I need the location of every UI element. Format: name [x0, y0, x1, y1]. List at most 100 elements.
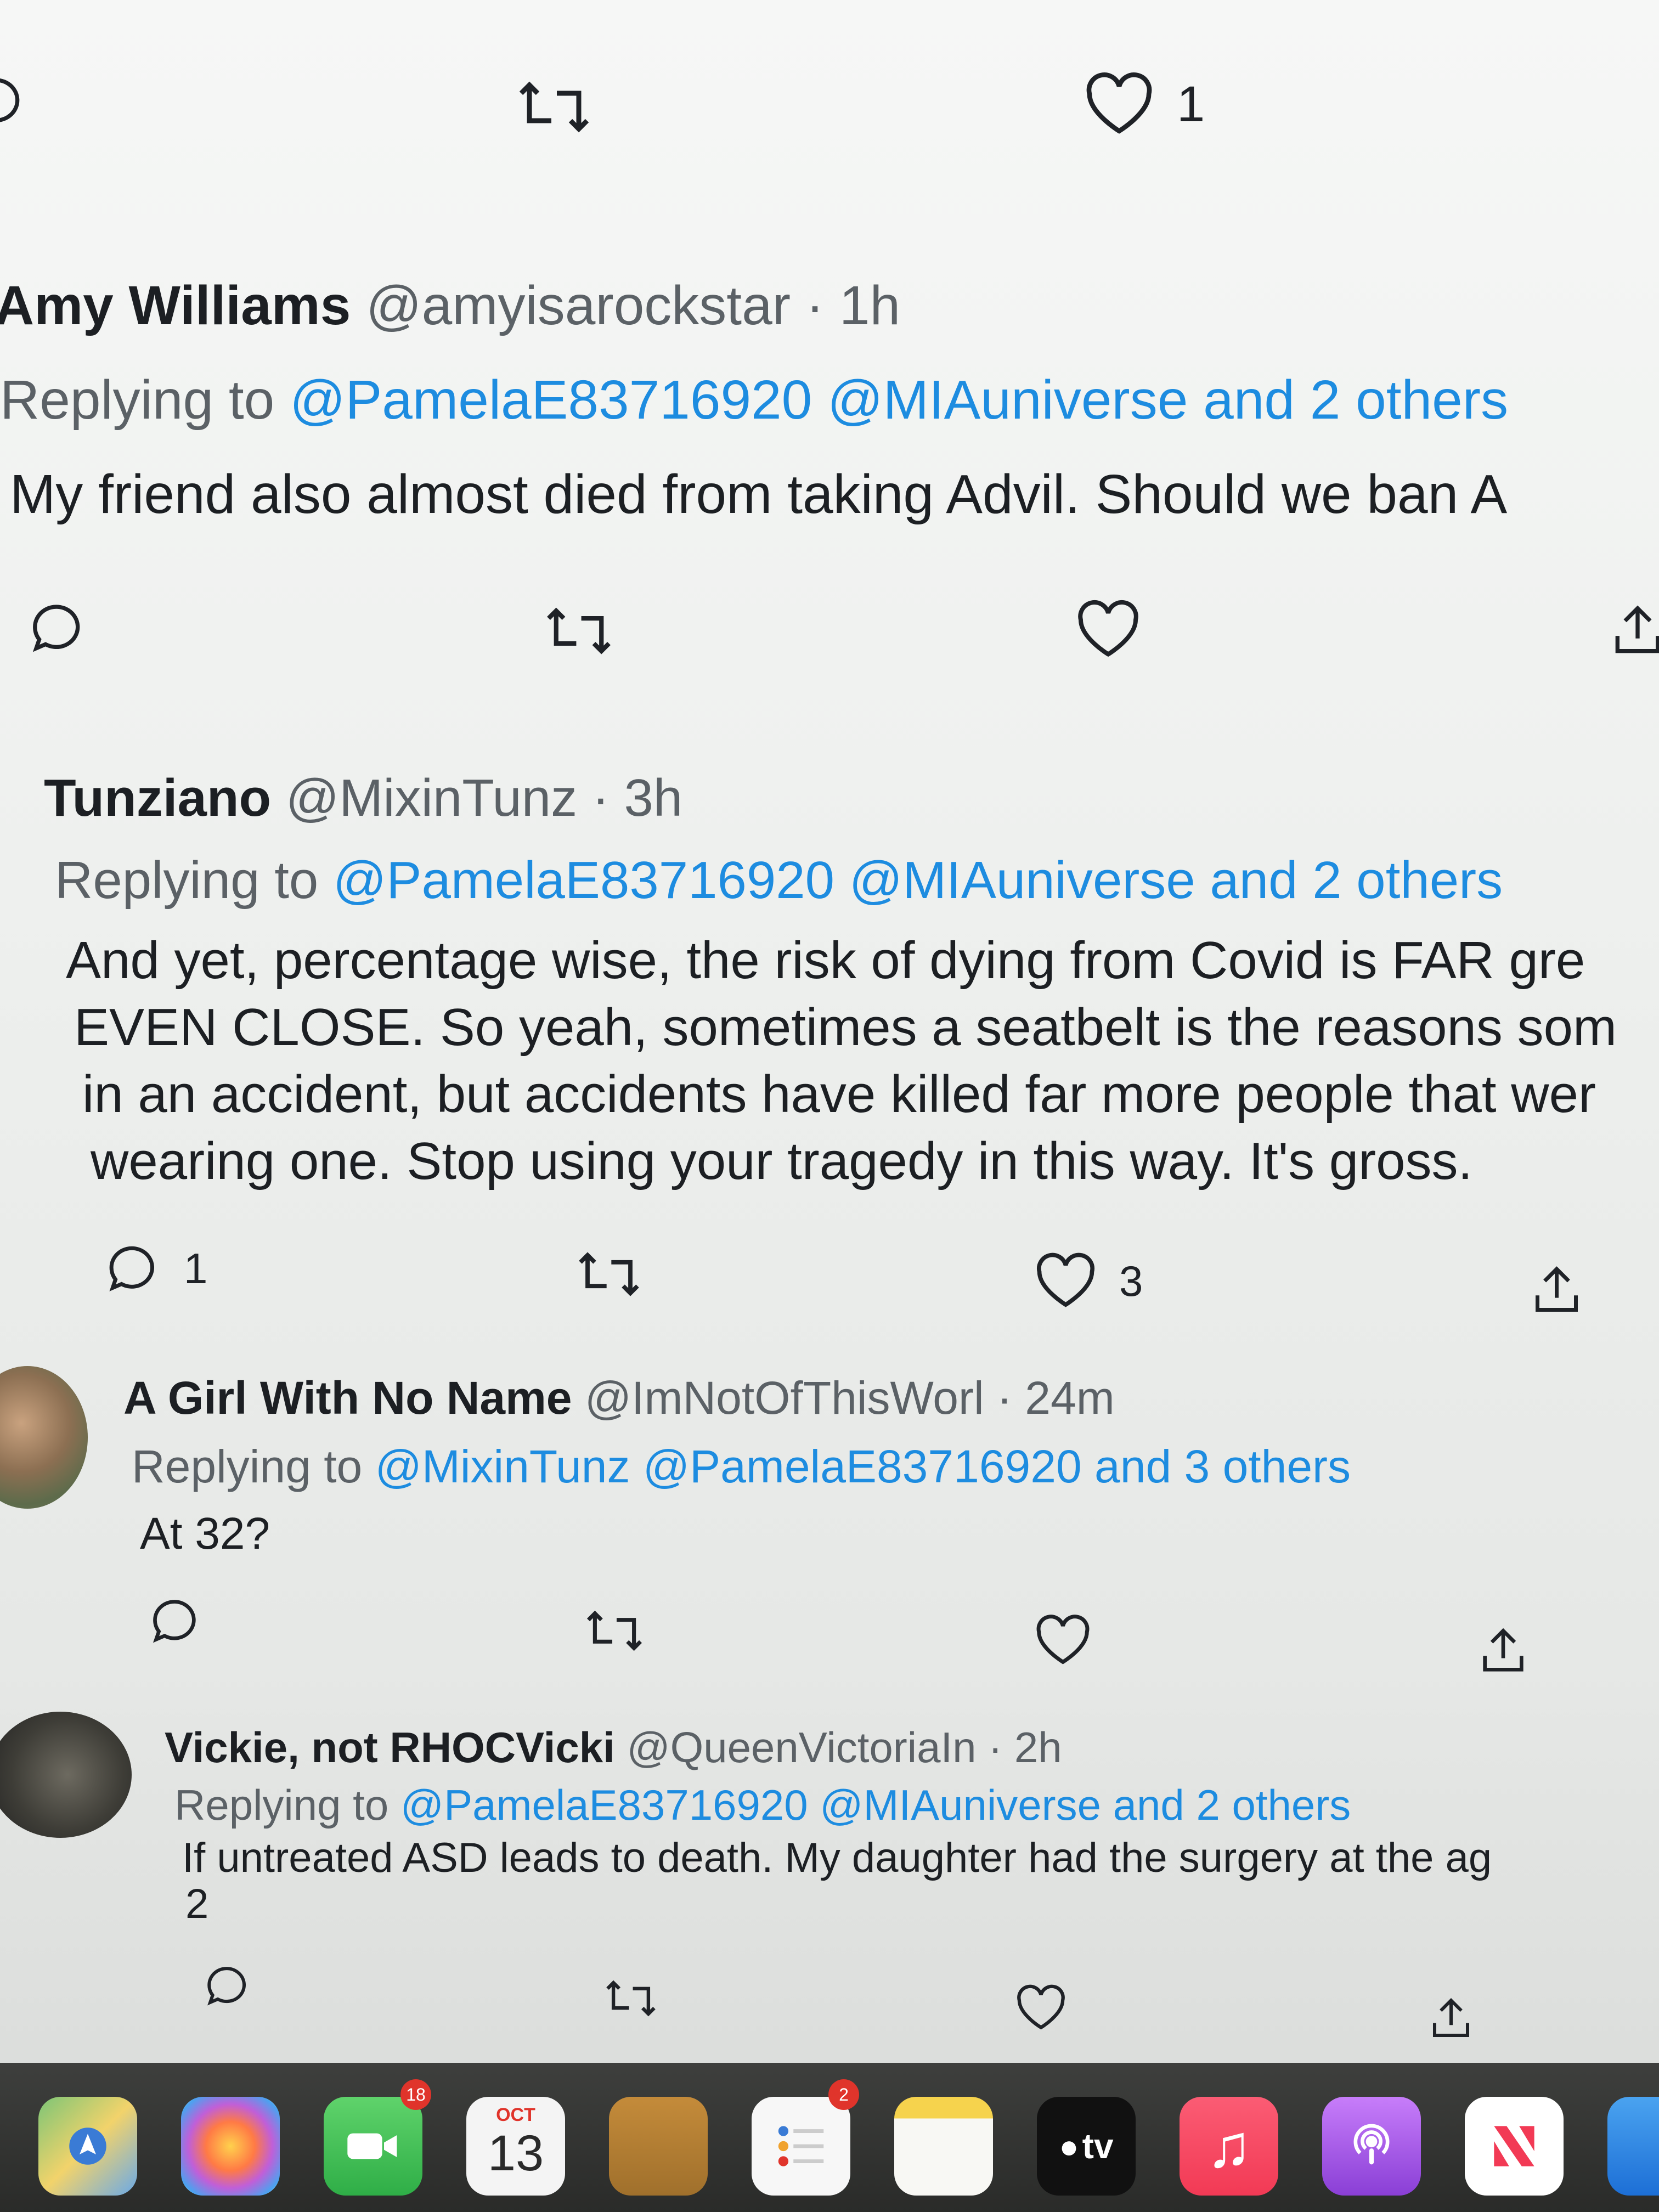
author-name[interactable]: Vickie, not RHOCVicki	[165, 1723, 615, 1771]
like-button[interactable]: 1	[1084, 71, 1205, 137]
reply-button[interactable]	[27, 598, 88, 658]
like-icon	[1078, 600, 1138, 657]
replying-to: Replying to @PamelaE83716920 @MIAunivers…	[55, 850, 1503, 911]
retweet-icon	[547, 607, 611, 654]
like-count: 3	[1119, 1256, 1143, 1305]
replying-prefix: Replying to	[174, 1781, 389, 1829]
reply-button[interactable]: 1	[104, 1240, 207, 1297]
share-button[interactable]	[1426, 1994, 1476, 2044]
replying-to: Replying to @PamelaE83716920 @MIAunivers…	[0, 369, 1508, 432]
share-button[interactable]	[1476, 1624, 1531, 1679]
retweet-icon	[586, 1610, 642, 1651]
reply-icon	[109, 1246, 154, 1291]
retweet-button[interactable]	[601, 1975, 661, 2022]
replying-mentions[interactable]: @PamelaE83716920 @MIAuniverse and 2 othe…	[290, 369, 1508, 431]
tweet-text-line: My friend also almost died from taking A…	[10, 464, 1508, 525]
author-handle[interactable]: @QueenVictoriaIn	[627, 1723, 976, 1771]
like-icon	[1017, 1984, 1065, 2030]
apple-tv-icon[interactable]: ● tv	[1037, 2097, 1136, 2196]
podcasts-icon[interactable]	[1322, 2097, 1421, 2196]
reply-button[interactable]	[148, 1594, 203, 1649]
author-handle[interactable]: @MixinTunz	[286, 769, 577, 827]
author-handle[interactable]: @ImNotOfThisWorl	[585, 1372, 984, 1424]
author-handle[interactable]: @amyisarockstar	[366, 275, 791, 336]
music-note-icon: ♫	[1206, 2112, 1252, 2180]
avatar[interactable]	[0, 1366, 88, 1509]
apple-logo-icon: ●	[1059, 2128, 1079, 2165]
retweet-button[interactable]	[513, 74, 595, 140]
music-icon[interactable]: ♫	[1180, 2097, 1278, 2196]
tweet-header: A Girl With No Name @ImNotOfThisWorl · 2…	[123, 1372, 1115, 1425]
photos-icon[interactable]	[181, 2097, 280, 2196]
author-name[interactable]: A Girl With No Name	[123, 1372, 572, 1424]
tweet-text-line: in an accident, but accidents have kille…	[82, 1065, 1596, 1124]
tweet-text-line: If untreated ASD leads to death. My daug…	[182, 1835, 1492, 1881]
reply-count: 1	[184, 1244, 208, 1293]
avatar[interactable]	[0, 1712, 132, 1838]
news-n-icon	[1494, 2126, 1534, 2166]
retweet-button[interactable]	[573, 1245, 645, 1303]
share-button[interactable]	[1607, 601, 1659, 661]
reminders-badge: 2	[828, 2079, 859, 2110]
maps-icon[interactable]	[38, 2097, 137, 2196]
like-button[interactable]	[1015, 1983, 1067, 2033]
tweet-text-line: At 32?	[140, 1509, 270, 1559]
reply-button[interactable]	[0, 71, 27, 132]
replying-prefix: Replying to	[132, 1441, 363, 1492]
like-icon	[1036, 1615, 1090, 1664]
video-camera-icon	[347, 2133, 397, 2159]
broadcast-icon	[1353, 2124, 1390, 2165]
share-icon	[1615, 605, 1659, 653]
tweet-time: · 1h	[805, 275, 901, 336]
share-icon	[1483, 1628, 1523, 1672]
reply-button[interactable]	[203, 1961, 252, 2011]
author-name[interactable]: Tunziano	[44, 769, 271, 827]
reply-icon	[207, 1967, 246, 2006]
tweet-time: · 3h	[591, 769, 683, 827]
notes-brown-icon[interactable]	[609, 2097, 708, 2196]
news-icon[interactable]	[1465, 2097, 1564, 2196]
calendar-day: 13	[487, 2125, 544, 2181]
tweet-text-line: wearing one. Stop using your tragedy in …	[91, 1132, 1473, 1190]
tweet-time: · 24m	[997, 1372, 1115, 1424]
retweet-icon	[519, 81, 589, 133]
like-button[interactable]	[1034, 1613, 1092, 1668]
tweet-text: If untreated ASD leads to death. My daug…	[182, 1835, 1492, 1927]
reply-icon	[0, 78, 20, 122]
share-icon	[1536, 1266, 1578, 1312]
author-name[interactable]: Amy Williams	[0, 275, 351, 336]
retweet-button[interactable]	[540, 601, 617, 661]
replying-mentions[interactable]: @PamelaE83716920 @MIAuniverse and 2 othe…	[333, 851, 1503, 910]
like-count: 1	[1177, 76, 1205, 132]
facetime-badge: 18	[400, 2079, 431, 2110]
replying-to: Replying to @PamelaE83716920 @MIAunivers…	[174, 1780, 1351, 1830]
tweet-text-line: EVEN CLOSE. So yeah, sometimes a seatbel…	[74, 998, 1617, 1057]
retweet-icon	[579, 1252, 639, 1296]
retweet-icon	[606, 1980, 656, 2017]
maps-pin-icon	[69, 2128, 106, 2165]
replying-mentions[interactable]: @MixinTunz @PamelaE83716920 and 3 others	[375, 1441, 1351, 1492]
facetime-icon[interactable]	[324, 2097, 422, 2196]
share-icon	[1433, 1998, 1469, 2037]
tweet-time: · 2h	[988, 1723, 1062, 1771]
tweet-text-line: And yet, percentage wise, the risk of dy…	[66, 931, 1585, 990]
retweet-button[interactable]	[582, 1605, 647, 1657]
calendar-icon[interactable]: OCT 13	[466, 2097, 565, 2196]
tweet-text: At 32?	[140, 1500, 270, 1567]
replying-prefix: Replying to	[55, 851, 319, 910]
like-button[interactable]	[1075, 598, 1141, 661]
list-icon	[778, 2126, 824, 2166]
share-button[interactable]	[1528, 1262, 1585, 1319]
reminders-icon[interactable]	[752, 2097, 850, 2196]
like-icon	[1037, 1252, 1094, 1307]
tweet-text: And yet, percentage wise, the risk of dy…	[66, 927, 1617, 1195]
notes-icon[interactable]	[894, 2097, 993, 2196]
dock: 18 OCT 13 2 ● tv ♫	[0, 2063, 1659, 2212]
tweet-text-line: 2	[185, 1881, 209, 1927]
tv-label: tv	[1082, 2126, 1114, 2166]
app-store-icon[interactable]	[1607, 2097, 1659, 2196]
replying-mentions[interactable]: @PamelaE83716920 @MIAuniverse and 2 othe…	[400, 1781, 1351, 1829]
like-button[interactable]: 3	[1034, 1251, 1143, 1311]
replying-to: Replying to @MixinTunz @PamelaE83716920 …	[132, 1440, 1351, 1493]
tweet-header: Vickie, not RHOCVicki @QueenVictoriaIn ·…	[165, 1723, 1062, 1773]
